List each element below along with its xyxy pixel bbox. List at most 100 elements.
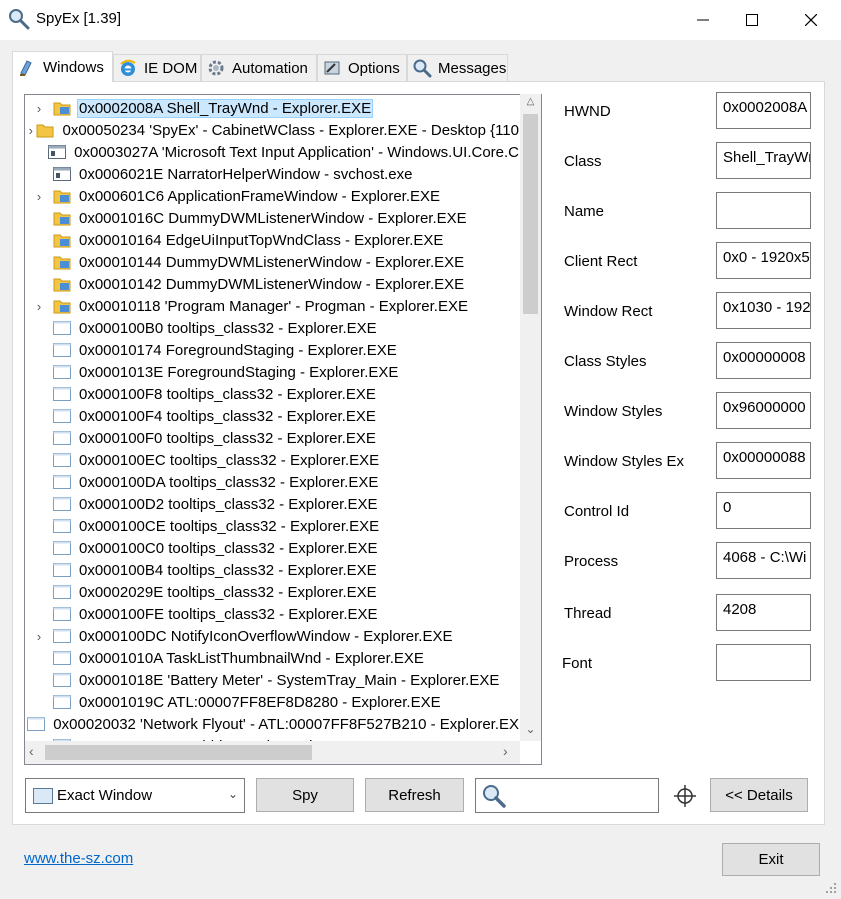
name-field[interactable] [716, 192, 811, 229]
tree-row[interactable]: 0x000100EC tooltips_class32 - Explorer.E… [25, 449, 521, 471]
window-rect-field[interactable]: 0x1030 - 192 [716, 292, 811, 329]
tree-row[interactable]: 0x0003027A 'Microsoft Text Input Applica… [25, 141, 521, 163]
tree-row[interactable]: 0x000100CE tooltips_class32 - Explorer.E… [25, 515, 521, 537]
resize-grip-icon[interactable] [824, 881, 838, 895]
close-icon [805, 14, 817, 26]
maximize-icon [746, 14, 758, 26]
tree-row[interactable]: 0x00020032 'Network Flyout' - ATL:00007F… [25, 713, 521, 735]
horizontal-scrollbar[interactable]: ‹ › [25, 741, 520, 764]
search-box[interactable] [475, 778, 659, 813]
tree-row[interactable]: › 0x00050234 'SpyEx' - CabinetWClass - Ex… [25, 119, 521, 141]
window-icon [53, 452, 71, 468]
tree-row[interactable]: 0x000100F0 tooltips_class32 - Explorer.E… [25, 427, 521, 449]
tree-row[interactable]: 0x000100DA tooltips_class32 - Explorer.E… [25, 471, 521, 493]
options-icon [322, 58, 342, 78]
spy-button[interactable]: Spy [256, 778, 354, 812]
font-field[interactable] [716, 644, 811, 681]
class-styles-field[interactable]: 0x00000008 [716, 342, 811, 379]
scrollbar-thumb[interactable] [45, 745, 312, 760]
tree-row[interactable]: 0x00010142 DummyDWMListenerWindow - Expl… [25, 273, 521, 295]
tree-row-label: 0x000100EC tooltips_class32 - Explorer.E… [79, 451, 380, 469]
process-label: Process [564, 553, 619, 570]
tree-row[interactable]: › 0x000100DC NotifyIconOverflowWindow - E… [25, 625, 521, 647]
tab-windows[interactable]: Windows [12, 51, 113, 82]
tree-row[interactable]: 0x000100B4 tooltips_class32 - Explorer.E… [25, 559, 521, 581]
tree-row[interactable]: 0x000100D2 tooltips_class32 - Explorer.E… [25, 493, 521, 515]
tree-row[interactable]: › 0x000601C6 ApplicationFrameWindow - Exp… [25, 185, 521, 207]
scrollbar-thumb[interactable] [523, 114, 538, 314]
mode-select[interactable]: Exact Window ⌄ [25, 778, 245, 813]
mode-select-value: Exact Window [57, 787, 153, 804]
window-icon [33, 787, 53, 804]
vertical-scrollbar[interactable]: △ ⌄ [520, 94, 541, 741]
tree-row-label: 0x0001010A TaskListThumbnailWnd - Explor… [79, 649, 424, 667]
minimize-icon [697, 19, 709, 21]
tree-row[interactable]: › 0x00010118 'Program Manager' - Progman … [25, 295, 521, 317]
tab-options[interactable]: Options [317, 54, 407, 81]
hwnd-field[interactable]: 0x0002008A [716, 92, 811, 129]
class-styles-label: Class Styles [564, 353, 647, 370]
tree-row[interactable]: 0x000100FE tooltips_class32 - Explorer.E… [25, 603, 521, 625]
window-styles-field[interactable]: 0x96000000 [716, 392, 811, 429]
tree-row[interactable]: 0x00010164 EdgeUiInputTopWndClass - Expl… [25, 229, 521, 251]
client-rect-field[interactable]: 0x0 - 1920x5 [716, 242, 811, 279]
window-icon [53, 540, 71, 556]
tab-ie-dom[interactable]: IE DOM [113, 54, 201, 81]
exit-button[interactable]: Exit [722, 843, 820, 876]
window-icon [53, 628, 71, 644]
refresh-button[interactable]: Refresh [365, 778, 464, 812]
tree-row[interactable]: 0x000100F4 tooltips_class32 - Explorer.E… [25, 405, 521, 427]
tree-row-label: 0x0006021E NarratorHelperWindow - svchos… [79, 165, 413, 183]
scroll-down-icon[interactable]: ⌄ [522, 722, 539, 736]
maximize-button[interactable] [729, 0, 775, 40]
class-field[interactable]: Shell_TrayWnd [716, 142, 811, 179]
gear-icon [206, 58, 226, 78]
tree-row[interactable]: 0x0001016C DummyDWMListenerWindow - Expl… [25, 207, 521, 229]
crosshair-icon[interactable] [673, 784, 697, 808]
class-label: Class [564, 153, 602, 170]
expand-chevron-icon[interactable]: › [25, 299, 53, 314]
folder-window-icon [53, 298, 71, 314]
tree-row[interactable]: 0x0001013E ForegroundStaging - Explorer.… [25, 361, 521, 383]
thread-field[interactable]: 4208 [716, 594, 811, 631]
tree-row[interactable]: 0x0006021E NarratorHelperWindow - svchos… [25, 163, 521, 185]
tree-row[interactable]: 0x000100C0 tooltips_class32 - Explorer.E… [25, 537, 521, 559]
app-window-icon [48, 144, 67, 160]
tree-row[interactable]: 0x00010144 DummyDWMListenerWindow - Expl… [25, 251, 521, 273]
tree-row[interactable]: 0x0001019C ATL:00007FF8EF8D8280 - Explor… [25, 691, 521, 713]
scroll-left-icon[interactable]: ‹ [29, 743, 43, 761]
close-button[interactable] [788, 0, 834, 40]
process-field[interactable]: 4068 - C:\Wi [716, 542, 811, 579]
tree-row[interactable]: 0x00010174 ForegroundStaging - Explorer.… [25, 339, 521, 361]
tab-messages[interactable]: Messages [407, 54, 508, 81]
window-icon [53, 342, 71, 358]
tree-row-label: 0x000100F4 tooltips_class32 - Explorer.E… [79, 407, 376, 425]
minimize-button[interactable] [680, 0, 726, 40]
folder-icon [36, 122, 54, 138]
expand-chevron-icon[interactable]: › [25, 629, 53, 644]
tree-row[interactable]: 0x0002029E tooltips_class32 - Explorer.E… [25, 581, 521, 603]
tree-row-label: 0x000100FE tooltips_class32 - Explorer.E… [79, 605, 378, 623]
chevron-down-icon: ⌄ [227, 787, 238, 801]
scroll-up-icon[interactable]: △ [522, 96, 539, 110]
tree-row[interactable]: 0x000100F8 tooltips_class32 - Explorer.E… [25, 383, 521, 405]
expand-chevron-icon[interactable]: › [25, 101, 53, 116]
tree-row[interactable]: 0x0001010A TaskListThumbnailWnd - Explor… [25, 647, 521, 669]
website-link[interactable]: www.the-sz.com [24, 850, 133, 867]
details-button[interactable]: << Details [710, 778, 808, 812]
control-id-field[interactable]: 0 [716, 492, 811, 529]
expand-chevron-icon[interactable]: › [25, 189, 53, 204]
expand-chevron-icon[interactable]: › [25, 123, 36, 138]
tree-row[interactable]: 0x0001018E 'Battery Meter' - SystemTray_… [25, 669, 521, 691]
tree-row[interactable]: › 0x0002008A Shell_TrayWnd - Explorer.EXE [25, 97, 521, 119]
window-icon [53, 650, 71, 666]
name-label: Name [564, 203, 605, 220]
tree-row-label: 0x0003027A 'Microsoft Text Input Applica… [74, 143, 519, 161]
scroll-right-icon[interactable]: › [503, 743, 517, 761]
tree-row[interactable]: 0x000100B0 tooltips_class32 - Explorer.E… [25, 317, 521, 339]
tree-row-label: 0x000601C6 ApplicationFrameWindow - Expl… [79, 187, 441, 205]
window-styles-ex-field[interactable]: 0x00000088 [716, 442, 811, 479]
tab-automation[interactable]: Automation [201, 54, 317, 81]
tree-row-label: 0x00010142 DummyDWMListenerWindow - Expl… [79, 275, 465, 293]
window-tree[interactable]: › 0x0002008A Shell_TrayWnd - Explorer.EXE… [24, 94, 542, 765]
